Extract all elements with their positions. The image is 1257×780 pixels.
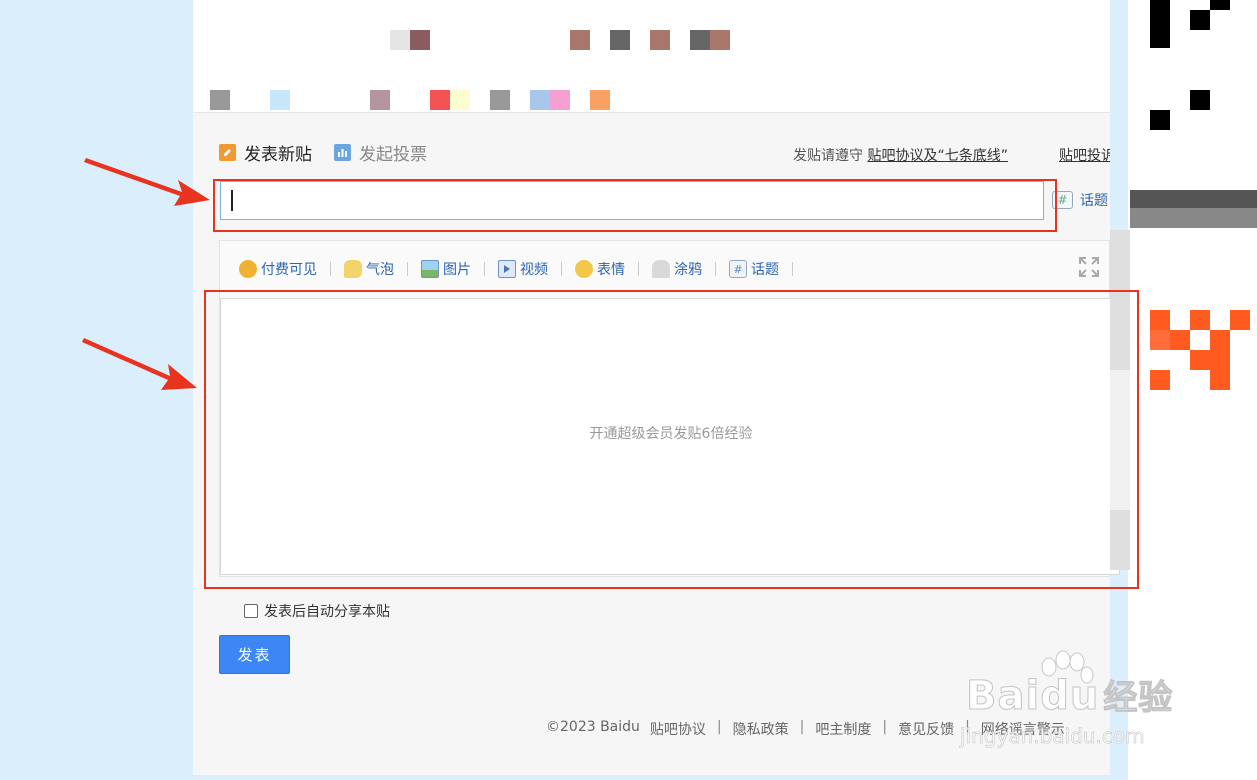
footer-link-moderator-rules[interactable]: 吧主制度 bbox=[815, 719, 871, 739]
toolbar-divider bbox=[792, 262, 793, 276]
pixel-block bbox=[1230, 310, 1250, 330]
footer-link-agreement[interactable]: 贴吧协议 bbox=[650, 719, 706, 739]
notice-prefix: 发贴请遵守 bbox=[793, 148, 863, 164]
obscured-header-area bbox=[193, 0, 1110, 113]
pixel-block bbox=[1210, 330, 1230, 350]
add-topic-button[interactable]: # 话题 bbox=[1052, 190, 1108, 210]
pixel-block bbox=[710, 30, 730, 50]
toolbar-divider bbox=[638, 262, 639, 276]
auto-share-checkbox[interactable] bbox=[244, 604, 258, 618]
auto-share-label: 发表后自动分享本贴 bbox=[264, 604, 390, 620]
toolbar-video[interactable]: 视频 bbox=[498, 259, 548, 279]
footer-link-feedback[interactable]: 意见反馈 bbox=[898, 719, 954, 739]
toolbar-emoji[interactable]: 表情 bbox=[575, 259, 625, 279]
bar-chart-icon bbox=[334, 143, 351, 161]
toolbar-emoji-label: 表情 bbox=[597, 262, 625, 278]
toolbar-bubble[interactable]: 气泡 bbox=[344, 259, 394, 279]
pixel-block bbox=[1190, 10, 1210, 30]
toolbar-topic-label: 话题 bbox=[751, 262, 779, 278]
pixel-block bbox=[1150, 310, 1170, 330]
tab-start-vote-label: 发起投票 bbox=[359, 144, 427, 165]
toolbar-divider bbox=[407, 262, 408, 276]
toolbar-divider bbox=[715, 262, 716, 276]
pixel-block bbox=[490, 90, 510, 110]
pixel-block bbox=[530, 90, 550, 110]
pixel-block bbox=[610, 30, 630, 50]
editor-placeholder: 开通超级会员发贴6倍经验 bbox=[589, 426, 753, 442]
complaint-link[interactable]: 贴吧投诉 bbox=[1059, 145, 1110, 165]
right-sidebar-obscured bbox=[1128, 0, 1257, 780]
pixel-block bbox=[270, 90, 290, 110]
text-caret bbox=[231, 190, 233, 211]
video-icon bbox=[498, 260, 516, 278]
page-footer: ©2023 Baidu 贴吧协议 | 隐私政策 | 吧主制度 | 意见反馈 | … bbox=[546, 719, 1065, 739]
pixel-block bbox=[1210, 0, 1230, 10]
footer-link-rumor-warning[interactable]: 网络谣言警示 bbox=[981, 719, 1065, 739]
toolbar-graffiti[interactable]: 涂鸦 bbox=[652, 259, 702, 279]
toolbar-bubble-label: 气泡 bbox=[366, 262, 394, 278]
pixel-block bbox=[690, 30, 710, 50]
pixel-block bbox=[570, 30, 590, 50]
toolbar-divider bbox=[561, 262, 562, 276]
pixel-block bbox=[210, 90, 230, 110]
toolbar-paid-content-label: 付费可见 bbox=[261, 262, 317, 278]
post-body-editor[interactable]: 开通超级会员发贴6倍经验 bbox=[220, 298, 1120, 575]
toolbar-divider bbox=[484, 262, 485, 276]
smiley-icon bbox=[575, 260, 593, 278]
scrollbar-thumb[interactable] bbox=[1110, 230, 1130, 370]
image-icon bbox=[421, 260, 439, 278]
tab-start-vote[interactable]: 发起投票 bbox=[334, 140, 427, 165]
fullscreen-icon[interactable] bbox=[1078, 256, 1100, 278]
toolbar-topic[interactable]: # 话题 bbox=[729, 259, 779, 279]
hashtag-icon: # bbox=[1052, 191, 1073, 209]
pixel-block bbox=[1130, 208, 1257, 228]
pixel-block bbox=[430, 90, 450, 110]
annotation-arrow-icon bbox=[82, 338, 197, 390]
pixel-block bbox=[1170, 330, 1190, 350]
pixel-block bbox=[1150, 370, 1170, 390]
tab-new-post[interactable]: 发表新贴 bbox=[219, 140, 312, 165]
toolbar-video-label: 视频 bbox=[520, 262, 548, 278]
posting-rules-notice: 发贴请遵守 贴吧协议及“七条底线” bbox=[793, 145, 1008, 165]
pixel-block bbox=[370, 90, 390, 110]
footer-link-privacy[interactable]: 隐私政策 bbox=[733, 719, 789, 739]
pixel-block bbox=[1190, 90, 1210, 110]
tieba-agreement-link[interactable]: 贴吧协议及“七条底线” bbox=[867, 148, 1008, 164]
pixel-block bbox=[1150, 110, 1170, 130]
publish-button[interactable]: 发表 bbox=[219, 635, 290, 674]
post-type-tabs: 发表新贴 发起投票 bbox=[219, 140, 449, 165]
toolbar-image-label: 图片 bbox=[443, 262, 471, 278]
hashtag-icon: # bbox=[729, 260, 747, 278]
pixel-block bbox=[390, 30, 410, 50]
scrollbar[interactable] bbox=[1110, 230, 1130, 570]
toolbar-graffiti-label: 涂鸦 bbox=[674, 262, 702, 278]
coin-icon bbox=[239, 260, 257, 278]
toolbar-divider bbox=[330, 262, 331, 276]
scrollbar-thumb-lower[interactable] bbox=[1110, 510, 1130, 570]
auto-share-option[interactable]: 发表后自动分享本贴 bbox=[244, 601, 390, 621]
pixel-block bbox=[590, 90, 610, 110]
pixel-block bbox=[1210, 370, 1230, 390]
tab-new-post-label: 发表新贴 bbox=[244, 144, 312, 165]
toolbar-image[interactable]: 图片 bbox=[421, 259, 471, 279]
bubble-icon bbox=[344, 260, 362, 278]
toolbar-paid-content[interactable]: 付费可见 bbox=[239, 259, 317, 279]
pixel-block bbox=[1130, 190, 1257, 208]
pixel-block bbox=[1190, 310, 1210, 330]
footer-copyright: ©2023 Baidu bbox=[546, 719, 640, 735]
pixel-block bbox=[450, 90, 470, 110]
pixel-block bbox=[650, 30, 670, 50]
post-title-input[interactable] bbox=[220, 181, 1044, 220]
pixel-block bbox=[1150, 0, 1170, 48]
graffiti-icon bbox=[652, 260, 670, 278]
pixel-block bbox=[550, 90, 570, 110]
pixel-block bbox=[1150, 330, 1170, 350]
pencil-icon bbox=[219, 143, 236, 161]
editor-toolbar: 付费可见 气泡 图片 视频 表情 涂鸦 # 话题 bbox=[239, 257, 806, 281]
pixel-block bbox=[410, 30, 430, 50]
add-topic-label: 话题 bbox=[1080, 193, 1108, 209]
pixel-block bbox=[1190, 350, 1230, 370]
